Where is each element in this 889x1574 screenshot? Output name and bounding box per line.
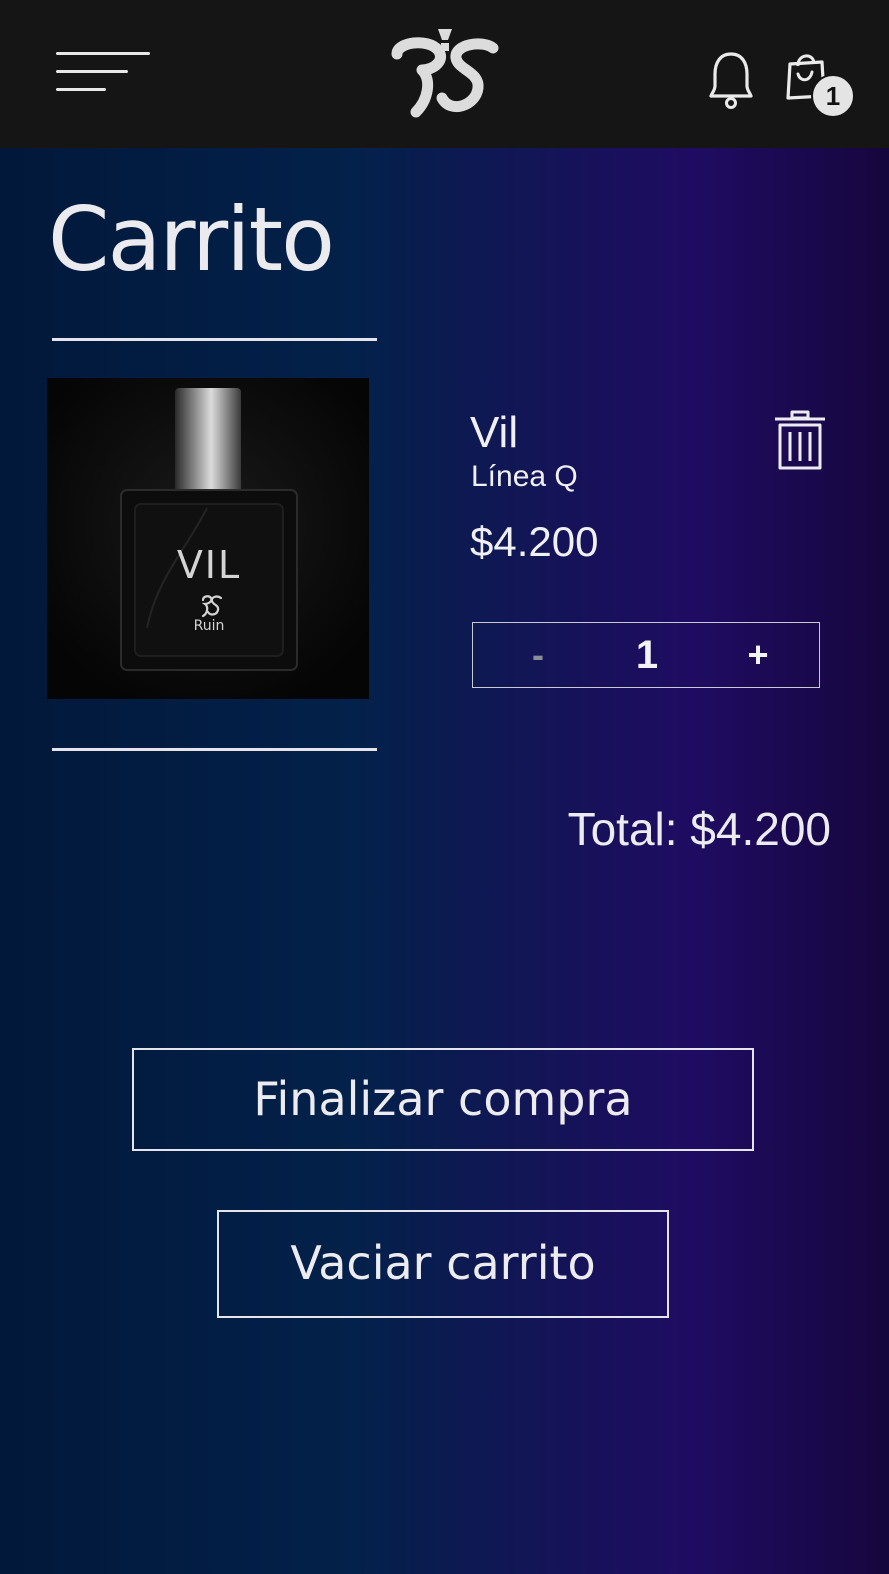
- bell-icon[interactable]: [708, 50, 754, 110]
- product-price: $4.200: [470, 518, 599, 565]
- brand-logo-icon[interactable]: [388, 26, 502, 122]
- quantity-decrement-button[interactable]: -: [515, 623, 561, 687]
- product-image-label: VIL: [177, 543, 241, 587]
- divider-bottom: [52, 748, 377, 751]
- cart-total: Total: $4.200: [567, 803, 831, 855]
- top-bar: 1: [0, 0, 889, 148]
- empty-cart-button[interactable]: Vaciar carrito: [217, 1210, 669, 1318]
- quantity-stepper: - 1 +: [472, 622, 820, 688]
- cart-count-badge: 1: [811, 74, 855, 118]
- product-image-brand: Ruin: [194, 618, 225, 634]
- trash-icon[interactable]: [772, 410, 828, 472]
- product-line: Línea Q: [471, 460, 578, 493]
- divider-top: [52, 338, 377, 341]
- product-name: Vil: [470, 408, 519, 457]
- page-title: Carrito: [48, 188, 335, 291]
- product-image: VIL Ruin: [47, 378, 369, 699]
- quantity-value: 1: [635, 633, 659, 677]
- cart-button[interactable]: 1: [784, 48, 855, 118]
- quantity-increment-button[interactable]: +: [735, 623, 781, 687]
- hamburger-menu-icon[interactable]: [56, 50, 150, 96]
- checkout-button[interactable]: Finalizar compra: [132, 1048, 754, 1151]
